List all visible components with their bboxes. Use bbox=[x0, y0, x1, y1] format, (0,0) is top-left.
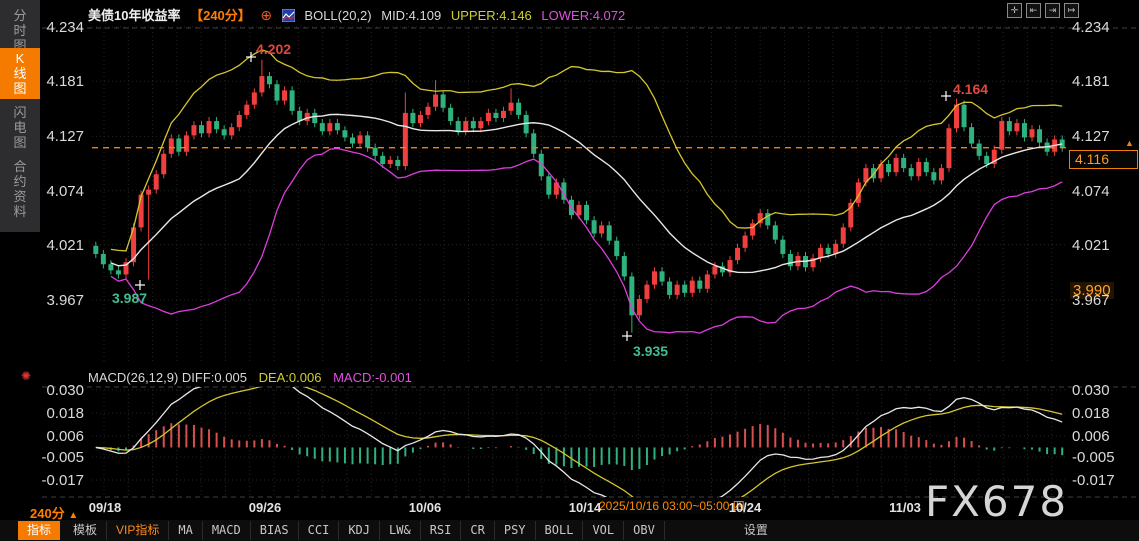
macd-tick-left: 0.006 bbox=[0, 428, 84, 445]
toolbar-item-VIP指标[interactable]: VIP指标 bbox=[107, 521, 169, 540]
toolbar-item-MACD[interactable]: MACD bbox=[203, 521, 251, 540]
period-label[interactable]: 【240分】 bbox=[190, 8, 251, 23]
time-tick: 09/26 bbox=[249, 500, 282, 515]
price-annotation: 3.987 bbox=[112, 290, 147, 306]
time-tick: 10/14 bbox=[569, 500, 602, 515]
current-price-badge: 4.116 bbox=[1069, 150, 1138, 169]
reset-view-icon[interactable]: ↦ bbox=[1064, 3, 1079, 18]
chart-header: 美债10年收益率 【240分】 ⊕ BOLL(20,2) MID:4.109 U… bbox=[88, 5, 631, 24]
chart-controls: ✛ ⇤ ⇥ ↦ bbox=[1007, 3, 1079, 18]
chart-type-icon[interactable] bbox=[282, 9, 295, 22]
toolbar-item-LW&[interactable]: LW& bbox=[380, 521, 421, 540]
time-tick: 09/18 bbox=[89, 500, 122, 515]
macd-tick-right: 0.006 bbox=[1072, 428, 1110, 445]
macd-header: MACD(26,12,9) DIFF:0.005 DEA:0.006 MACD:… bbox=[88, 370, 420, 385]
toolbar-item-MA[interactable]: MA bbox=[169, 521, 202, 540]
macd-tick-right: -0.005 bbox=[1072, 449, 1115, 466]
time-tick: 10/06 bbox=[409, 500, 442, 515]
boll-upper-value: UPPER:4.146 bbox=[451, 8, 532, 23]
boll-mid-value: MID:4.109 bbox=[381, 8, 441, 23]
macd-dea-value: DEA:0.006 bbox=[259, 370, 322, 385]
macd-tick-left: -0.005 bbox=[0, 449, 84, 466]
zoom-x-out-icon[interactable]: ⇥ bbox=[1045, 3, 1060, 18]
pan-crosshair-icon[interactable]: ✛ bbox=[1007, 3, 1022, 18]
price-annotation: 3.935 bbox=[633, 343, 668, 359]
toolbar-item-VOL[interactable]: VOL bbox=[583, 521, 624, 540]
macd-tick-left: -0.017 bbox=[0, 472, 84, 489]
price-tick-right: 4.127 bbox=[1072, 128, 1110, 145]
price-tick-left: 4.234 bbox=[0, 19, 84, 36]
price-annotation: 4.164 bbox=[953, 81, 988, 97]
macd-tick-right: 0.018 bbox=[1072, 405, 1110, 422]
price-tick-right: 3.967 bbox=[1072, 292, 1110, 309]
time-tick: 10/24 bbox=[729, 500, 762, 515]
toolbar-item-BIAS[interactable]: BIAS bbox=[251, 521, 299, 540]
bottom-toolbar: 指标模板VIP指标MAMACDBIASCCIKDJLW&RSICRPSYBOLL… bbox=[0, 520, 1139, 541]
price-tick-right: 4.021 bbox=[1072, 237, 1110, 254]
watermark: FX678 bbox=[925, 477, 1068, 526]
price-tick-left: 3.967 bbox=[0, 292, 84, 309]
crosshair-date-tooltip: 2025/10/16 03:00~05:00 四 bbox=[597, 499, 747, 514]
price-tick-left: 4.127 bbox=[0, 128, 84, 145]
price-annotation: 4.202 bbox=[256, 41, 291, 57]
boll-label[interactable]: BOLL(20,2) bbox=[304, 8, 371, 23]
macd-tick-right: 0.030 bbox=[1072, 382, 1110, 399]
price-tick-left: 4.021 bbox=[0, 237, 84, 254]
toolbar-item-CCI[interactable]: CCI bbox=[299, 521, 340, 540]
price-tick-right: 4.181 bbox=[1072, 73, 1110, 90]
macd-tick-right: -0.017 bbox=[1072, 472, 1115, 489]
price-tick-left: 4.181 bbox=[0, 73, 84, 90]
period-selector-label: 240分 bbox=[30, 506, 65, 521]
time-tick: 11/03 bbox=[889, 500, 921, 515]
price-tick-right: 4.234 bbox=[1072, 19, 1110, 36]
macd-tick-left: 0.018 bbox=[0, 405, 84, 422]
toolbar-item-KDJ[interactable]: KDJ bbox=[339, 521, 380, 540]
macd-diff-value[interactable]: MACD(26,12,9) DIFF:0.005 bbox=[88, 370, 247, 385]
toolbar-item-OBV[interactable]: OBV bbox=[624, 521, 665, 540]
toolbar-item-模板[interactable]: 模板 bbox=[64, 521, 107, 540]
price-tick-right: 4.074 bbox=[1072, 183, 1110, 200]
price-tick-left: 4.074 bbox=[0, 183, 84, 200]
toolbar-item-设置[interactable]: 设置 bbox=[735, 521, 777, 540]
toolbar-item-BOLL[interactable]: BOLL bbox=[536, 521, 584, 540]
boll-lower-value: LOWER:4.072 bbox=[541, 8, 625, 23]
toolbar-item-指标[interactable]: 指标 bbox=[18, 521, 60, 540]
macd-tick-left: 0.030 bbox=[0, 382, 84, 399]
toolbar-item-CR[interactable]: CR bbox=[461, 521, 494, 540]
toolbar-item-PSY[interactable]: PSY bbox=[495, 521, 536, 540]
macd-value: MACD:-0.001 bbox=[333, 370, 412, 385]
instrument-title: 美债10年收益率 bbox=[88, 8, 180, 23]
price-up-arrow-icon: ▲ bbox=[1125, 138, 1134, 148]
add-indicator-icon[interactable]: ⊕ bbox=[260, 7, 272, 23]
toolbar-item-RSI[interactable]: RSI bbox=[421, 521, 462, 540]
trading-app: { "header": { "title": "美债10年收益率", "peri… bbox=[0, 0, 1139, 541]
macd-settings-icon[interactable]: ✺ bbox=[21, 369, 31, 383]
zoom-x-in-icon[interactable]: ⇤ bbox=[1026, 3, 1041, 18]
